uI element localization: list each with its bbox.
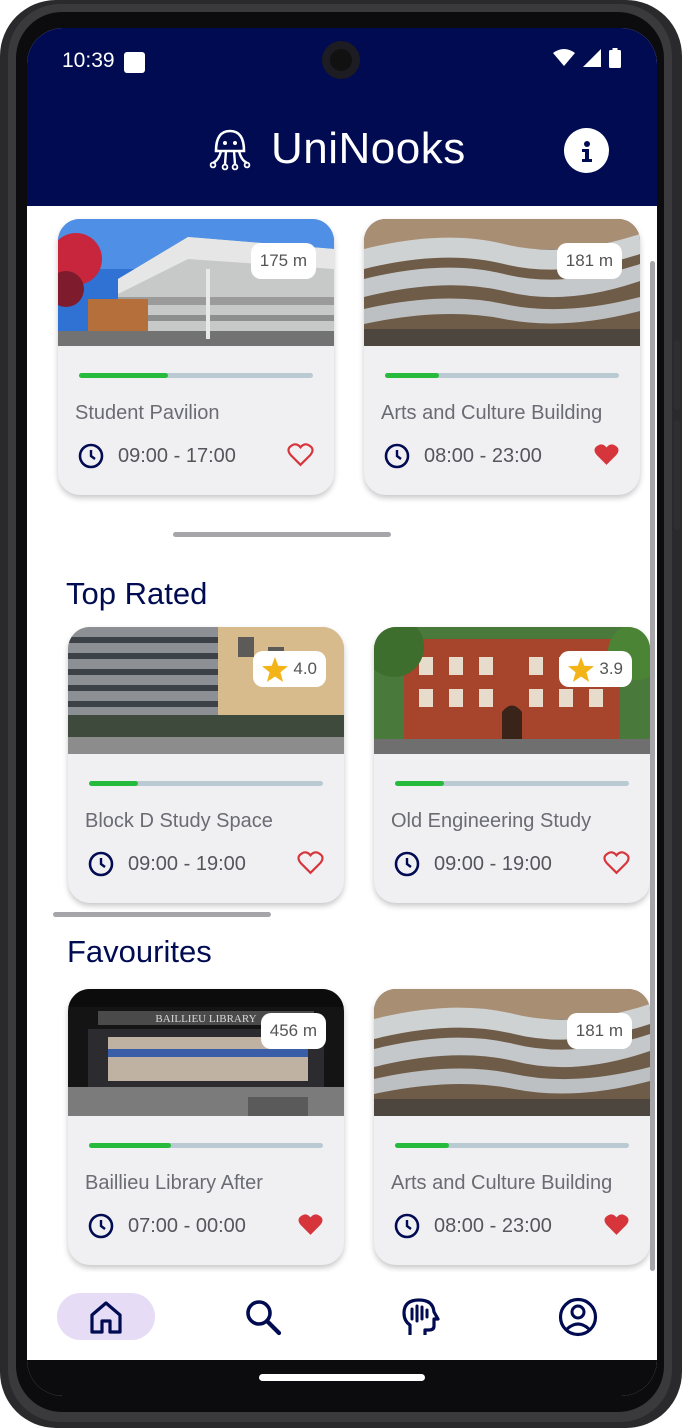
hours-row: 09:00 - 19:00 [88, 851, 246, 877]
clock-icon [394, 1213, 420, 1239]
brain-head-icon [402, 1297, 440, 1335]
hours-row: 09:00 - 17:00 [78, 443, 236, 469]
heart-outline-icon[interactable] [297, 851, 324, 875]
nook-card[interactable]: 4.0 Block D Study Space 09:00 - 19:00 [68, 627, 344, 903]
distance-label: 456 m [269, 1021, 317, 1040]
opening-hours: 08:00 - 23:00 [434, 1214, 552, 1237]
distance-badge: 175 m [250, 243, 316, 279]
hours-row: 08:00 - 23:00 [384, 443, 542, 469]
status-time: 10:39 [62, 49, 115, 72]
star-icon [568, 656, 595, 682]
distance-label: 175 m [259, 251, 307, 270]
heart-outline-icon[interactable] [287, 443, 314, 467]
vertical-scrollbar[interactable] [650, 261, 655, 1271]
nook-card[interactable]: 181 m Arts and Culture Building 08:00 - … [374, 989, 650, 1265]
occupancy-bar [89, 1143, 323, 1148]
nook-photo: BAILLIEU LIBRARY [68, 989, 344, 1116]
hours-row: 08:00 - 23:00 [394, 1213, 552, 1239]
hours-row: 07:00 - 00:00 [88, 1213, 246, 1239]
opening-hours: 08:00 - 23:00 [424, 444, 542, 467]
nook-card[interactable]: BAILLIEU LIBRARY 456 m Baillieu Library … [68, 989, 344, 1265]
heart-filled-icon[interactable] [593, 443, 620, 467]
occupancy-bar [89, 781, 323, 786]
nav-mind[interactable] [372, 1293, 470, 1340]
opening-hours: 09:00 - 19:00 [128, 852, 246, 875]
battery-icon [609, 48, 621, 68]
info-button[interactable] [564, 128, 609, 173]
app-title-group: UniNooks [209, 124, 466, 174]
star-icon [262, 656, 289, 682]
home-icon [90, 1300, 122, 1334]
distance-badge: 181 m [556, 243, 622, 279]
bottom-navigation [27, 1272, 657, 1360]
nook-card[interactable]: 175 m Student Pavilion 09:00 - 17:00 [58, 219, 334, 495]
heart-outline-icon[interactable] [603, 851, 630, 875]
volume-button [674, 340, 680, 410]
front-camera [322, 41, 360, 79]
nook-name: Student Pavilion [75, 402, 220, 424]
occupancy-bar [79, 373, 313, 378]
nook-photo [374, 627, 650, 754]
hours-row: 09:00 - 19:00 [394, 851, 552, 877]
account-icon [558, 1297, 598, 1336]
nook-photo [364, 219, 640, 346]
occupancy-bar [395, 1143, 629, 1148]
info-icon [581, 140, 592, 162]
nook-name: Old Engineering Study [391, 810, 592, 832]
section-title-top-rated: Top Rated [66, 576, 208, 611]
rating-badge: 3.9 [559, 651, 632, 687]
nav-profile[interactable] [529, 1293, 627, 1340]
nook-name: Baillieu Library After [85, 1172, 263, 1194]
clock-icon [88, 851, 114, 877]
svg-text:BAILLIEU LIBRARY: BAILLIEU LIBRARY [155, 1013, 256, 1025]
nook-name: Arts and Culture Building [381, 402, 603, 424]
app-logo-icon [209, 129, 251, 171]
clock-icon [88, 1213, 114, 1239]
gesture-area [27, 1360, 657, 1396]
notification-icon [124, 52, 145, 73]
status-icons [553, 48, 621, 68]
search-icon [246, 1299, 282, 1335]
section-title-favourites: Favourites [67, 934, 212, 969]
nook-card[interactable]: 3.9 Old Engineering Study 09:00 - 19:00 [374, 627, 650, 903]
app-bar: 10:39 UniNooks [27, 28, 657, 206]
app-title: UniNooks [271, 124, 466, 173]
clock-icon [384, 443, 410, 469]
occupancy-bar [385, 373, 619, 378]
heart-filled-icon[interactable] [603, 1213, 630, 1237]
clock-icon [394, 851, 420, 877]
rating-badge: 4.0 [253, 651, 326, 687]
screen: 10:39 UniNooks 175 m Student Pavilion 09… [27, 28, 657, 1396]
home-feed[interactable]: 175 m Student Pavilion 09:00 - 17:00 181… [27, 206, 657, 1272]
nav-search[interactable] [214, 1293, 312, 1340]
distance-badge: 181 m [566, 1013, 632, 1049]
opening-hours: 09:00 - 19:00 [434, 852, 552, 875]
heart-filled-icon[interactable] [297, 1213, 324, 1237]
clock-icon [78, 443, 104, 469]
rating-label: 4.0 [293, 659, 317, 678]
distance-label: 181 m [565, 251, 613, 270]
occupancy-bar [395, 781, 629, 786]
horizontal-scrollbar[interactable] [173, 532, 391, 537]
nook-name: Arts and Culture Building [391, 1172, 613, 1194]
home-gesture-bar[interactable] [259, 1374, 425, 1381]
distance-label: 181 m [575, 1021, 623, 1040]
power-button [674, 420, 680, 530]
opening-hours: 07:00 - 00:00 [128, 1214, 246, 1237]
rating-label: 3.9 [599, 659, 623, 678]
distance-badge: 456 m [260, 1013, 326, 1049]
nook-photo [68, 627, 344, 754]
nook-card[interactable]: 181 m Arts and Culture Building 08:00 - … [364, 219, 640, 495]
wifi-icon [553, 49, 575, 66]
horizontal-scrollbar[interactable] [53, 912, 271, 917]
signal-icon [583, 49, 601, 67]
nook-photo [374, 989, 650, 1116]
opening-hours: 09:00 - 17:00 [118, 444, 236, 467]
nav-home[interactable] [57, 1293, 155, 1340]
nook-photo [58, 219, 334, 346]
nook-name: Block D Study Space [85, 810, 273, 832]
